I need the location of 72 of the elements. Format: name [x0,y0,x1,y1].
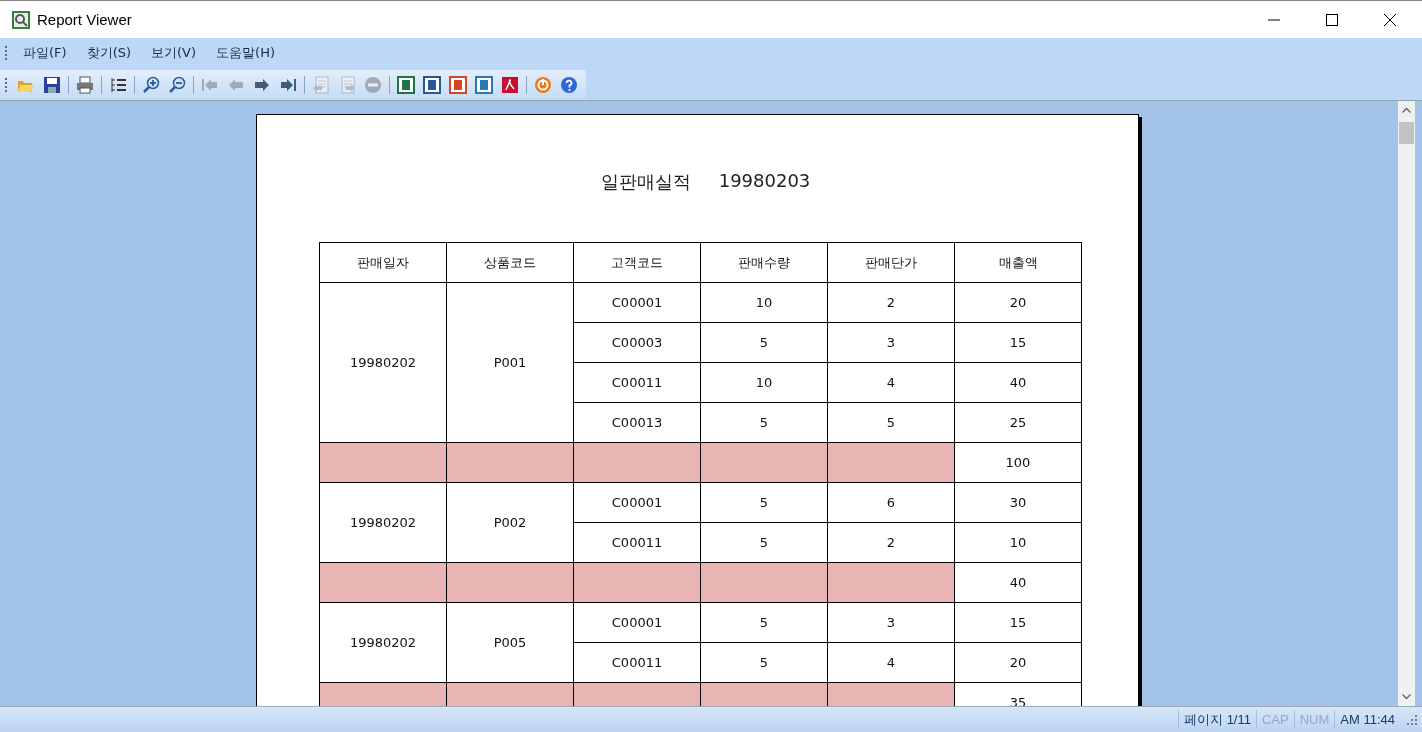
table-cell: C00011 [573,642,701,683]
table-cell: 30 [954,482,1082,523]
scroll-thumb[interactable] [1399,122,1414,144]
table-cell: C00001 [573,282,701,323]
table-cell: 20 [954,642,1082,683]
table-cell: 3 [827,602,955,643]
column-header: 판매일자 [319,242,447,283]
window-title: Report Viewer [37,11,132,28]
table-cell: 20 [954,282,1082,323]
table-cell: C00013 [573,402,701,443]
table-cell: 3 [827,322,955,363]
table-cell: 25 [954,402,1082,443]
subtotal-cell: 40 [954,562,1082,603]
table-cell: 5 [827,402,955,443]
scroll-up-icon[interactable] [1402,107,1411,113]
page-indicator: 페이지 1/11 [1178,710,1256,729]
tree-icon[interactable] [109,76,127,94]
subtotal-cell: 100 [954,442,1082,483]
column-header: 상품코드 [446,242,574,283]
last-icon[interactable] [279,76,297,94]
table-cell: 4 [827,642,955,683]
status-clock: AM 11:44 [1334,710,1400,729]
table-cell: 10 [700,282,828,323]
scroll-down-icon[interactable] [1402,694,1411,700]
table-cell: 5 [700,642,828,683]
zoom-out-icon[interactable] [168,76,186,94]
table-cell: 10 [954,522,1082,563]
table-cell: P005 [446,602,574,683]
table-cell: C00001 [573,482,701,523]
table-cell: 19980202 [319,602,447,683]
table-cell: 15 [954,602,1082,643]
table-cell: C00003 [573,322,701,363]
table-cell: P002 [446,482,574,563]
table-cell: 19980202 [319,282,447,443]
power-icon[interactable] [534,76,552,94]
table-cell: 4 [827,362,955,403]
menu-item[interactable]: 찾기(S) [76,44,142,62]
report-title: 일판매실적 [600,170,691,194]
report-date: 19980203 [718,170,811,193]
table-cell: 10 [700,362,828,403]
table-cell: 6 [827,482,955,523]
column-header: 매출액 [954,242,1082,283]
print-icon[interactable] [76,76,94,94]
menu-item[interactable]: 도움말(H) [206,44,285,62]
table-cell: 19980202 [319,482,447,563]
table-cell: 5 [700,602,828,643]
help-icon[interactable] [560,76,578,94]
table-cell: P001 [446,282,574,443]
table-cell: C00011 [573,362,701,403]
table-cell: C00011 [573,522,701,563]
app-logo-icon [11,9,31,30]
save-icon[interactable] [43,76,61,94]
table-cell: 2 [827,522,955,563]
table-cell: 40 [954,362,1082,403]
table-cell: C00001 [573,602,701,643]
table-cell: 5 [700,482,828,523]
next-icon[interactable] [253,76,271,94]
menu-item[interactable]: 파일(F) [13,44,77,62]
maximize-icon[interactable] [1326,13,1338,26]
table-cell: 5 [700,402,828,443]
resize-grip-icon[interactable] [1406,713,1418,726]
zoom-in-icon[interactable] [142,76,160,94]
table-cell: 5 [700,322,828,363]
table-cell: 2 [827,282,955,323]
column-header: 판매수량 [700,242,828,283]
column-header: 고객코드 [573,242,701,283]
close-icon[interactable] [1384,13,1396,26]
table-cell: 5 [700,522,828,563]
column-header: 판매단가 [827,242,955,283]
vertical-scrollbar[interactable] [1398,101,1415,706]
menu-item[interactable]: 보기(V) [141,44,207,62]
table-cell: 15 [954,322,1082,363]
